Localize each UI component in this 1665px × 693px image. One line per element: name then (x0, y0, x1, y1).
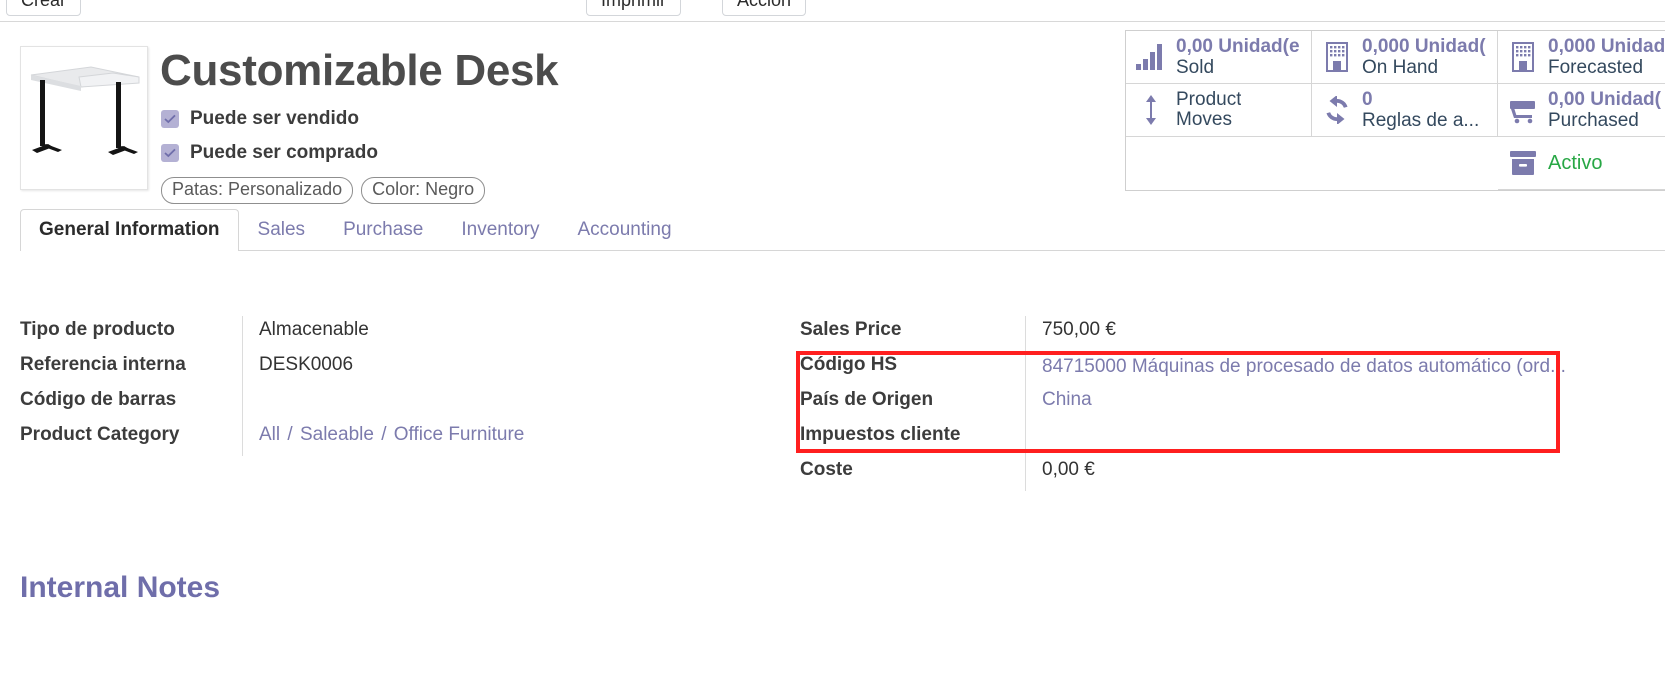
field-label: Tipo de producto (20, 319, 175, 340)
field-row-product-category: Product Category All / Saleable / Office… (20, 421, 760, 456)
field-label: Impuestos cliente (800, 424, 961, 445)
stat-button-box: 0,00 Unidad(e Sold 0,000 Unidad(On Hand… (1125, 30, 1665, 191)
stat-button-forecasted[interactable]: 0,000 Unidad( Forecasted (1498, 31, 1665, 84)
refresh-icon (1320, 93, 1354, 127)
stat-text: 0,000 Unidad( On Hand (1362, 36, 1486, 79)
country-of-origin-link[interactable]: China (1042, 389, 1092, 410)
hs-code-link[interactable]: 84715000 Máquinas de procesado de datos … (1042, 356, 1566, 377)
field-row-sales-price: Sales Price 750,00 € (800, 316, 1600, 351)
field-value-internal-reference[interactable]: DESK0006 (242, 351, 760, 386)
checkbox-can-be-purchased[interactable]: Puede ser comprado (161, 142, 378, 164)
stat-button-purchased[interactable]: 0,00 Unidad( Purchased (1498, 84, 1665, 137)
field-label: Código HS (800, 354, 898, 375)
field-row-country-of-origin: País de Origen China (800, 386, 1600, 421)
checkbox-can-be-sold[interactable]: Puede ser vendido (161, 108, 359, 130)
stat-text: 0,00 Unidad(e Sold (1176, 36, 1300, 79)
field-label: Product Category (20, 424, 180, 445)
checkbox-label: Puede ser comprado (190, 142, 378, 163)
stat-text: Activo (1548, 152, 1602, 174)
field-row-cost: Coste 0,00 € (800, 456, 1600, 491)
field-row-internal-reference: Referencia interna DESK0006 (20, 351, 760, 386)
variant-tag[interactable]: Color: Negro (361, 177, 486, 204)
stat-label: Purchased (1548, 110, 1639, 131)
tab-purchase[interactable]: Purchase (324, 209, 442, 251)
arrows-updown-icon (1134, 93, 1168, 127)
action-button[interactable]: Acción (722, 0, 807, 16)
building-icon (1506, 40, 1540, 74)
form-group-left: Tipo de producto Almacenable Referencia … (20, 316, 760, 456)
product-category-link[interactable]: All / Saleable / Office Furniture (259, 424, 524, 445)
stat-button-product-moves[interactable]: Product Moves (1126, 84, 1312, 137)
stat-value: 0,00 Unidad(e (1176, 35, 1300, 57)
stat-text: 0 Reglas de a... (1362, 89, 1479, 132)
shopping-cart-icon (1506, 93, 1540, 127)
create-button[interactable]: Crear (6, 0, 82, 16)
field-label: Coste (800, 459, 853, 480)
field-value-customer-taxes[interactable] (1025, 421, 1600, 456)
stat-value: 0,000 Unidad( (1362, 35, 1486, 57)
stat-text: Product Moves (1176, 90, 1241, 130)
field-value-sales-price[interactable]: 750,00 € (1025, 316, 1600, 351)
print-button[interactable]: Imprimir (586, 0, 681, 16)
field-label: Código de barras (20, 389, 177, 410)
checkmark-icon (161, 144, 179, 162)
stat-label: On Hand (1362, 57, 1439, 78)
desk-illustration (21, 47, 147, 189)
notebook-tabs: General Information Sales Purchase Inven… (20, 205, 1665, 251)
field-label: País de Origen (800, 389, 934, 410)
checkbox-label: Puede ser vendido (190, 108, 359, 129)
field-row-customer-taxes: Impuestos cliente (800, 421, 1600, 456)
field-value-product-type[interactable]: Almacenable (242, 316, 760, 351)
building-icon (1320, 40, 1354, 74)
checkmark-icon (161, 110, 179, 128)
stat-button-on-hand[interactable]: 0,000 Unidad( On Hand (1312, 31, 1498, 84)
bar-chart-icon (1134, 40, 1168, 74)
tab-inventory[interactable]: Inventory (442, 209, 558, 251)
field-row-product-type: Tipo de producto Almacenable (20, 316, 760, 351)
control-panel-toolbar: Crear Imprimir Acción (0, 0, 1665, 22)
stat-value: 0 (1362, 88, 1373, 110)
field-value-barcode[interactable] (242, 386, 760, 421)
internal-notes-heading: Internal Notes (20, 571, 221, 604)
field-row-hs-code: Código HS 84715000 Máquinas de procesado… (800, 351, 1600, 386)
stat-value: 0,00 Unidad( (1548, 88, 1661, 110)
stat-label: Forecasted (1548, 57, 1644, 78)
field-row-barcode: Código de barras (20, 386, 760, 421)
tab-general-information[interactable]: General Information (20, 209, 239, 251)
tab-sales[interactable]: Sales (239, 209, 325, 251)
page-title: Customizable Desk (160, 46, 559, 95)
form-sheet: 0,00 Unidad(e Sold 0,000 Unidad(On Hand… (0, 22, 1665, 693)
stat-value: Activo (1548, 151, 1603, 174)
stat-text: 0,000 Unidad( Forecasted (1548, 36, 1665, 79)
field-label: Sales Price (800, 319, 902, 340)
variant-tag[interactable]: Patas: Personalizado (161, 177, 354, 204)
field-value-cost[interactable]: 0,00 € (1025, 456, 1600, 491)
field-label: Referencia interna (20, 354, 186, 375)
archive-icon (1506, 146, 1540, 180)
field-value-hs-code: 84715000 Máquinas de procesado de datos … (1025, 351, 1600, 386)
stat-label: Reglas de a... (1362, 110, 1480, 131)
tab-accounting[interactable]: Accounting (559, 209, 691, 251)
odoo-product-form-screen: Crear Imprimir Acción 0,00 Unidad(e Sold (0, 0, 1665, 693)
stat-button-reordering-rules[interactable]: 0 Reglas de a... (1312, 84, 1498, 137)
stat-value: 0,000 Unidad( (1548, 35, 1665, 57)
variant-tag-list: Patas: Personalizado Color: Negro (161, 177, 486, 204)
stat-button-sold[interactable]: 0,00 Unidad(e Sold (1126, 31, 1312, 84)
stat-text: 0,00 Unidad( Purchased (1548, 89, 1661, 132)
stat-label: Sold (1176, 57, 1215, 78)
product-image[interactable] (20, 46, 148, 190)
field-value-product-category: All / Saleable / Office Furniture (242, 421, 760, 456)
stat-button-archive-toggle[interactable]: Activo (1498, 137, 1665, 190)
stat-label: Product Moves (1176, 90, 1242, 130)
field-value-country-of-origin: China (1025, 386, 1600, 421)
form-group-right: Sales Price 750,00 € Código HS 84715000 … (800, 316, 1600, 491)
